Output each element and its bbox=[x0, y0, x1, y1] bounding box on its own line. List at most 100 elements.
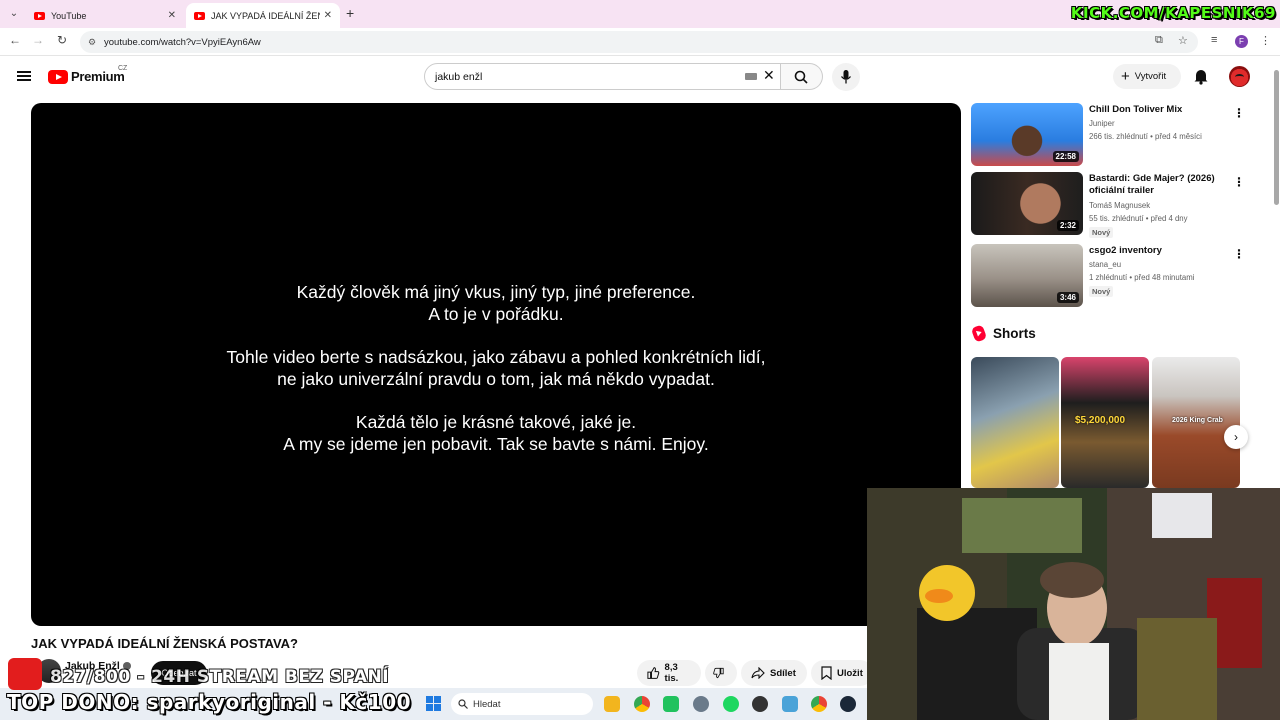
recommendation-channel[interactable]: Juniper bbox=[1089, 119, 1115, 129]
video-duration: 2:32 bbox=[1056, 220, 1079, 231]
new-tab-button[interactable]: + bbox=[346, 5, 354, 21]
search-button[interactable] bbox=[781, 63, 823, 90]
notifications-bell-icon[interactable] bbox=[1193, 68, 1209, 85]
share-label: Sdílet bbox=[770, 667, 796, 679]
more-actions-icon[interactable]: ⋮ bbox=[1233, 107, 1245, 119]
forward-arrow-icon[interactable]: → bbox=[30, 33, 46, 47]
bookmark-star-icon[interactable]: ☆ bbox=[1178, 34, 1188, 47]
video-player[interactable]: Každý člověk má jiný vkus, jiný typ, jin… bbox=[31, 103, 961, 626]
page-scrollbar[interactable] bbox=[1272, 60, 1280, 210]
share-button[interactable]: Sdílet bbox=[741, 660, 807, 686]
player-text-line: ne jako univerzální pravdu o tom, jak má… bbox=[277, 369, 715, 389]
scrollbar-thumb[interactable] bbox=[1274, 70, 1279, 205]
taskbar-search-input[interactable]: Hledat bbox=[451, 693, 593, 715]
recommendation-channel[interactable]: stana_eu bbox=[1089, 260, 1121, 270]
address-url: youtube.com/watch?v=VpyiEAyn6Aw bbox=[104, 36, 261, 48]
windows-start-icon[interactable] bbox=[426, 696, 441, 711]
youtube-premium-logo[interactable]: Premium CZ bbox=[48, 65, 127, 84]
share-arrow-icon bbox=[751, 667, 765, 679]
short-caption: $5,200,000 bbox=[1075, 415, 1126, 426]
recommendation-item[interactable]: 3:46 csgo2 inventory stana_eu 1 zhlédnut… bbox=[971, 244, 1261, 308]
save-button[interactable]: Uložit bbox=[811, 660, 873, 686]
thumbs-down-icon bbox=[713, 667, 724, 679]
recommendation-meta: 266 tis. zhlédnutí • před 4 měsíci bbox=[1089, 132, 1202, 141]
account-avatar[interactable] bbox=[1229, 66, 1250, 87]
kick-app-icon[interactable] bbox=[663, 696, 679, 712]
clear-search-icon[interactable]: ✕ bbox=[763, 67, 775, 84]
spotify-icon[interactable] bbox=[723, 696, 739, 712]
video-duration: 22:58 bbox=[1052, 151, 1079, 162]
player-text-line: A to je v pořádku. bbox=[428, 304, 564, 324]
create-button[interactable]: + Vytvořit bbox=[1113, 64, 1181, 89]
short-item[interactable] bbox=[971, 357, 1059, 488]
youtube-favicon-icon bbox=[34, 11, 45, 20]
browser-menu-icon[interactable]: ⋮ bbox=[1260, 34, 1271, 47]
video-thumbnail[interactable]: 22:58 bbox=[971, 103, 1083, 166]
dislike-button[interactable] bbox=[705, 660, 737, 686]
reading-list-icon[interactable]: ≡ bbox=[1211, 34, 1217, 46]
save-label: Uložit bbox=[837, 667, 863, 679]
like-count: 8,3 tis. bbox=[664, 662, 679, 684]
more-actions-icon[interactable]: ⋮ bbox=[1233, 176, 1245, 188]
obs-icon[interactable] bbox=[752, 696, 768, 712]
short-item[interactable]: 2026 King Crab bbox=[1152, 357, 1240, 488]
video-thumbnail[interactable]: 3:46 bbox=[971, 244, 1083, 307]
plus-icon: + bbox=[1121, 68, 1130, 85]
app-icon[interactable] bbox=[782, 696, 798, 712]
shorts-next-arrow-icon[interactable]: › bbox=[1224, 425, 1248, 449]
webcam-scene bbox=[867, 488, 1280, 720]
chrome-icon[interactable] bbox=[634, 696, 650, 712]
recommendation-title: csgo2 inventory bbox=[1089, 245, 1162, 256]
tab-title: YouTube bbox=[51, 10, 87, 21]
new-badge: Nový bbox=[1089, 227, 1114, 238]
tab-close-icon[interactable]: ✕ bbox=[168, 10, 176, 21]
new-badge: Nový bbox=[1089, 286, 1114, 297]
tab-close-icon[interactable]: ✕ bbox=[324, 10, 332, 21]
file-explorer-icon[interactable] bbox=[604, 696, 620, 712]
search-icon bbox=[458, 699, 468, 709]
tab-search-chevron-icon[interactable]: ⌄ bbox=[6, 6, 22, 22]
streamer-logo-icon bbox=[8, 658, 42, 690]
install-app-icon[interactable]: ⧉ bbox=[1155, 34, 1163, 47]
recommendation-meta: 55 tis. zhlédnutí • před 4 dny bbox=[1089, 214, 1188, 223]
browser-tab-strip: ⌄ YouTube ✕ JAK VYPADÁ IDEÁLNÍ ŽENSKÁ P … bbox=[0, 0, 1280, 28]
youtube-play-icon bbox=[48, 69, 68, 84]
recommendation-channel[interactable]: Tomáš Magnusek bbox=[1089, 201, 1150, 211]
tab-title: JAK VYPADÁ IDEÁLNÍ ŽENSKÁ P bbox=[211, 10, 320, 21]
chrome-profile-icon[interactable] bbox=[811, 696, 827, 712]
video-title: JAK VYPADÁ IDEÁLNÍ ŽENSKÁ POSTAVA? bbox=[31, 636, 299, 651]
recommendation-title: Bastardi: Gde Majer? (2026) oficiální tr… bbox=[1089, 173, 1215, 196]
steam-icon[interactable] bbox=[840, 696, 856, 712]
site-info-icon[interactable]: ⚙ bbox=[88, 37, 96, 48]
tab-youtube[interactable]: YouTube ✕ bbox=[26, 3, 184, 28]
player-text-line: Tohle video berte s nadsázkou, jako zába… bbox=[226, 347, 766, 367]
search-input[interactable]: jakub enžl bbox=[424, 63, 781, 90]
shorts-header: Shorts bbox=[970, 324, 1036, 343]
tab-video[interactable]: JAK VYPADÁ IDEÁLNÍ ŽENSKÁ P ✕ bbox=[186, 3, 340, 28]
reload-icon[interactable]: ↻ bbox=[54, 33, 70, 47]
settings-gear-icon[interactable] bbox=[693, 696, 709, 712]
short-item[interactable]: $5,200,000 bbox=[1061, 357, 1149, 488]
menu-hamburger-icon[interactable] bbox=[17, 71, 31, 81]
player-text-line: Každý člověk má jiný vkus, jiný typ, jin… bbox=[296, 282, 696, 302]
voice-search-button[interactable] bbox=[832, 63, 860, 91]
youtube-header: Premium CZ jakub enžl ✕ + Vytvořit bbox=[0, 57, 1280, 97]
stream-banner: KICK.COM/KAPESNIK69 bbox=[1070, 4, 1276, 22]
address-bar[interactable]: ⚙ youtube.com/watch?v=VpyiEAyn6Aw bbox=[80, 31, 1198, 53]
player-text-line: A my se jdeme jen pobavit. Tak se bavte … bbox=[283, 434, 709, 454]
streamer-webcam bbox=[867, 488, 1280, 720]
recommendation-title: Chill Don Toliver Mix bbox=[1089, 104, 1183, 115]
keyboard-icon[interactable] bbox=[745, 73, 757, 80]
browser-profile-avatar[interactable]: F bbox=[1235, 35, 1248, 48]
more-actions-icon[interactable]: ⋮ bbox=[1233, 248, 1245, 260]
back-arrow-icon[interactable]: ← bbox=[7, 33, 23, 47]
video-thumbnail[interactable]: 2:32 bbox=[971, 172, 1083, 235]
recommendation-item[interactable]: 2:32 Bastardi: Gde Majer? (2026) oficiál… bbox=[971, 172, 1261, 238]
like-button[interactable]: 8,3 tis. bbox=[637, 660, 701, 686]
logo-country: CZ bbox=[118, 65, 128, 72]
logo-text: Premium bbox=[71, 69, 125, 84]
recommendation-meta: 1 zhlédnutí • před 48 minutami bbox=[1089, 273, 1195, 282]
player-text-line: Každá tělo je krásné takové, jaké je. bbox=[355, 412, 637, 432]
recommendation-item[interactable]: 22:58 Chill Don Toliver Mix Juniper 266 … bbox=[971, 103, 1261, 167]
shorts-logo-icon bbox=[970, 324, 988, 343]
